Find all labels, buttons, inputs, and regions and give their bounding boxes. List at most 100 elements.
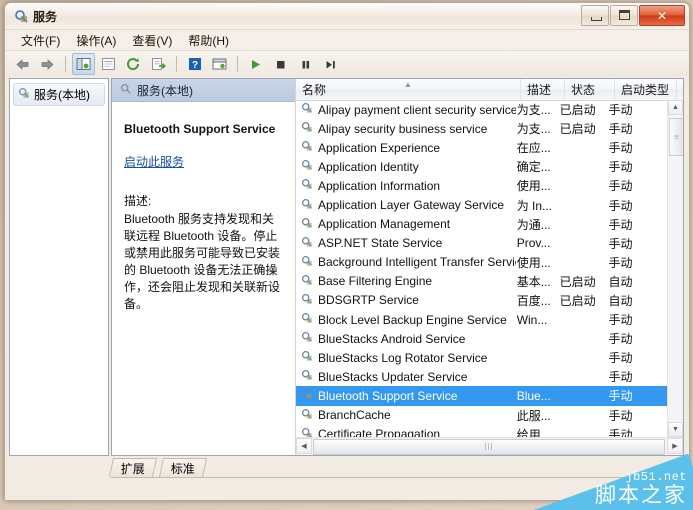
service-icon [301,369,313,384]
table-row[interactable]: Base Filtering Engine基本...已启动自动 [296,272,668,291]
service-name-cell: Block Level Backup Engine Service [296,312,516,327]
service-details-panel: 服务(本地) Bluetooth Support Service 启动此服务 描… [112,79,296,455]
service-startup-cell: 手动 [607,158,668,175]
service-startup-cell: 手动 [607,387,668,404]
service-name-label: Application Information [318,179,440,193]
service-name-cell: ASP.NET State Service [296,236,516,251]
service-name-cell: BlueStacks Android Service [296,331,516,346]
table-row[interactable]: Application Management为通...手动 [296,215,668,234]
table-row[interactable]: Certificate Propagation给用... 手动 [296,425,668,437]
table-row[interactable]: Application Identity确定...手动 [296,157,668,176]
column-header-name[interactable]: 名称 ▲ [296,79,521,100]
service-name-cell: Application Management [296,217,516,232]
table-row[interactable]: BlueStacks Android Service手动 [296,329,668,348]
table-row[interactable]: Alipay security business service为支...已启动… [296,119,668,138]
refresh-button[interactable] [122,53,145,75]
properties-button[interactable] [97,53,120,75]
service-name-cell: Bluetooth Support Service [296,388,516,403]
show-details-button[interactable] [208,53,231,75]
service-status-cell: 已启动 [559,273,608,290]
table-row[interactable]: ASP.NET State ServiceProv...手动 [296,234,668,253]
table-row[interactable]: BranchCache此服...手动 [296,406,668,425]
help-button[interactable]: ? [183,53,206,75]
column-header-startup-type-label: 启动类型 [621,81,669,98]
tab-standard-label: 标准 [171,460,195,477]
scroll-down-icon[interactable]: ▼ [668,422,683,437]
tree-item-label: 服务(本地) [34,86,90,103]
service-startup-cell: 手动 [607,254,668,271]
horizontal-scrollbar-thumb[interactable] [313,439,665,455]
description-label: 描述: [124,192,295,209]
close-button[interactable]: ✕ [639,5,685,26]
service-name-label: BlueStacks Android Service [318,332,465,346]
service-name-cell: Application Experience [296,140,516,155]
service-startup-cell: 手动 [607,101,668,118]
table-row[interactable]: Block Level Backup Engine ServiceWin...手… [296,310,668,329]
service-description-cell: 使用... [516,177,559,194]
export-list-button[interactable] [147,53,170,75]
pause-service-button[interactable] [294,53,317,75]
start-service-link[interactable]: 启动此服务 [124,153,184,170]
details-header-label: 服务(本地) [137,82,193,99]
service-name-label: BlueStacks Log Rotator Service [318,351,487,365]
back-button[interactable] [11,53,34,75]
service-icon [301,408,313,423]
column-header-description[interactable]: 描述 [521,79,565,100]
column-header-description-label: 描述 [527,81,551,98]
tree-item-services-local[interactable]: 服务(本地) [13,83,105,106]
close-icon: ✕ [640,10,684,22]
scroll-left-icon[interactable]: ◀ [296,438,312,454]
table-row[interactable]: Bluetooth Support ServiceBlue...手动 [296,386,668,405]
service-description-cell: 基本... [516,273,559,290]
vertical-scrollbar-thumb[interactable] [669,118,684,156]
scroll-up-icon[interactable]: ▲ [668,100,683,115]
scroll-right-icon[interactable]: ▶ [667,438,683,454]
service-startup-cell: 手动 [607,426,668,437]
title-bar: 服务 ✕ [5,3,689,30]
service-description-cell: 此服... [516,407,559,424]
menu-action[interactable]: 操作(A) [68,30,124,51]
column-header-startup-type[interactable]: 启动类型 [615,79,677,100]
service-icon [301,427,313,437]
selected-service-title: Bluetooth Support Service [124,122,295,136]
menu-view[interactable]: 查看(V) [124,30,180,51]
service-startup-cell: 自动 [607,273,668,290]
service-name-cell: Certificate Propagation [296,427,516,437]
table-row[interactable]: Application Information使用...手动 [296,176,668,195]
service-startup-cell: 手动 [607,311,668,328]
horizontal-scrollbar[interactable]: ◀ ▶ [296,437,683,455]
table-row[interactable]: Alipay payment client security service为支… [296,100,668,119]
table-row[interactable]: BlueStacks Updater Service手动 [296,367,668,386]
service-name-label: Block Level Backup Engine Service [318,313,507,327]
service-icon [301,388,313,403]
tab-standard[interactable]: 标准 [159,458,207,477]
minimize-button[interactable] [581,5,609,26]
service-icon [301,293,313,308]
table-row[interactable]: BlueStacks Log Rotator Service手动 [296,348,668,367]
svg-text:?: ? [191,60,197,71]
column-header-status[interactable]: 状态 [565,79,615,100]
forward-button[interactable] [36,53,59,75]
service-icon [301,274,313,289]
table-row[interactable]: BDSGRTP Service百度...已启动自动 [296,291,668,310]
tab-extended[interactable]: 扩展 [109,458,157,477]
vertical-scrollbar[interactable]: ▲ ▼ [667,100,683,437]
menu-help[interactable]: 帮助(H) [180,30,237,51]
column-header-name-label: 名称 [302,81,326,98]
service-name-cell: Alipay security business service [296,121,516,136]
menu-file[interactable]: 文件(F) [13,30,68,51]
show-tree-button[interactable] [72,53,95,75]
stop-service-button[interactable] [269,53,292,75]
table-row[interactable]: Application Layer Gateway Service为 In...… [296,195,668,214]
details-header: 服务(本地) [112,79,295,102]
maximize-button[interactable] [610,5,638,26]
service-description-cell: 给用... [516,426,559,437]
table-row[interactable]: Application Experience在应...手动 [296,138,668,157]
service-name-label: Application Layer Gateway Service [318,198,504,212]
services-window: 服务 ✕ 文件(F) 操作(A) 查看(V) 帮助(H) [4,2,690,501]
start-service-button[interactable] [244,53,267,75]
toolbar-separator [65,56,66,72]
console-tree-pane: 服务(本地) [9,78,109,456]
restart-service-button[interactable] [319,53,342,75]
table-row[interactable]: Background Intelligent Transfer Service使… [296,253,668,272]
